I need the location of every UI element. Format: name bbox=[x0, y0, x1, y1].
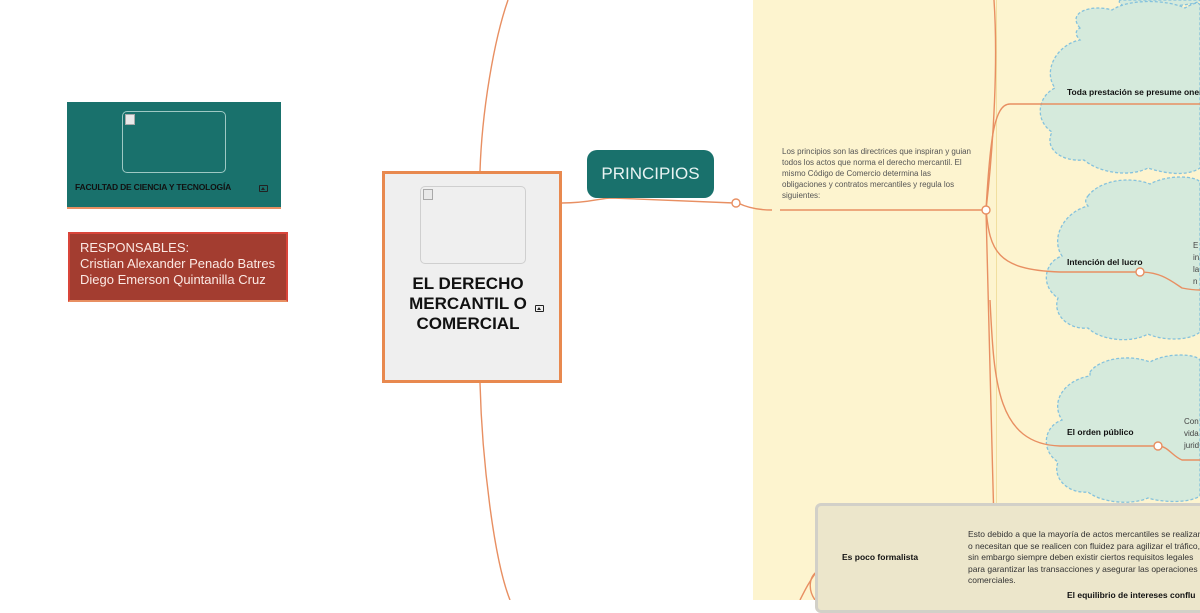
connector-knob-principios bbox=[731, 198, 741, 208]
side-text-line: jurid bbox=[1184, 441, 1200, 450]
topic-poco-formalista[interactable]: Es poco formalista bbox=[842, 552, 918, 562]
facultad-node[interactable]: FACULTAD DE CIENCIA Y TECNOLOGÍA bbox=[67, 102, 281, 209]
side-text-line: Con bbox=[1184, 417, 1199, 426]
responsable-name: Diego Emerson Quintanilla Cruz bbox=[80, 272, 266, 287]
side-text-line: la bbox=[1193, 265, 1200, 274]
connector-principios-intro bbox=[737, 202, 773, 211]
side-text-line: in bbox=[1193, 253, 1200, 262]
image-attachment-icon[interactable] bbox=[259, 185, 268, 192]
topic-equilibrio-intereses[interactable]: El equilibrio de intereses conflu bbox=[1067, 590, 1195, 600]
image-attachment-icon[interactable] bbox=[535, 305, 544, 312]
topic-intencion-lucro[interactable]: Intención del lucro bbox=[1067, 257, 1143, 267]
topic-toda-prestacion[interactable]: Toda prestación se presume onerosa bbox=[1067, 87, 1200, 97]
broken-image-icon bbox=[125, 114, 135, 125]
responsables-heading: RESPONSABLES: bbox=[80, 240, 190, 255]
connector-knob-trunk bbox=[981, 205, 991, 215]
side-text-line: n bbox=[1193, 277, 1198, 286]
connector-central-top bbox=[479, 0, 509, 172]
facultad-image-placeholder bbox=[122, 111, 226, 173]
central-topic-node[interactable]: EL DERECHO MERCANTIL O COMERCIAL bbox=[382, 171, 562, 383]
side-text-line: vida bbox=[1184, 429, 1199, 438]
central-topic-title: EL DERECHO MERCANTIL O COMERCIAL bbox=[409, 274, 527, 333]
connector-knob-lucro bbox=[1135, 267, 1145, 277]
facultad-label: FACULTAD DE CIENCIA Y TECNOLOGÍA bbox=[75, 182, 232, 192]
connector-knob-orden bbox=[1153, 441, 1163, 451]
side-text-line: E bbox=[1193, 241, 1199, 250]
connector-central-principios bbox=[561, 197, 735, 204]
formalismo-description: Esto debido a que la mayoría de actos me… bbox=[968, 529, 1200, 585]
topic-orden-publico[interactable]: El orden público bbox=[1067, 427, 1134, 437]
central-image-placeholder bbox=[420, 186, 526, 264]
responsable-name: Cristian Alexander Penado Batres bbox=[80, 256, 276, 271]
responsables-node[interactable]: RESPONSABLES: Cristian Alexander Penado … bbox=[68, 232, 288, 302]
connector-central-bottom bbox=[479, 382, 511, 600]
principios-intro-text: Los principios son las directrices que i… bbox=[782, 147, 971, 200]
principios-node[interactable]: PRINCIPIOS bbox=[587, 150, 714, 198]
broken-image-icon bbox=[423, 189, 433, 200]
